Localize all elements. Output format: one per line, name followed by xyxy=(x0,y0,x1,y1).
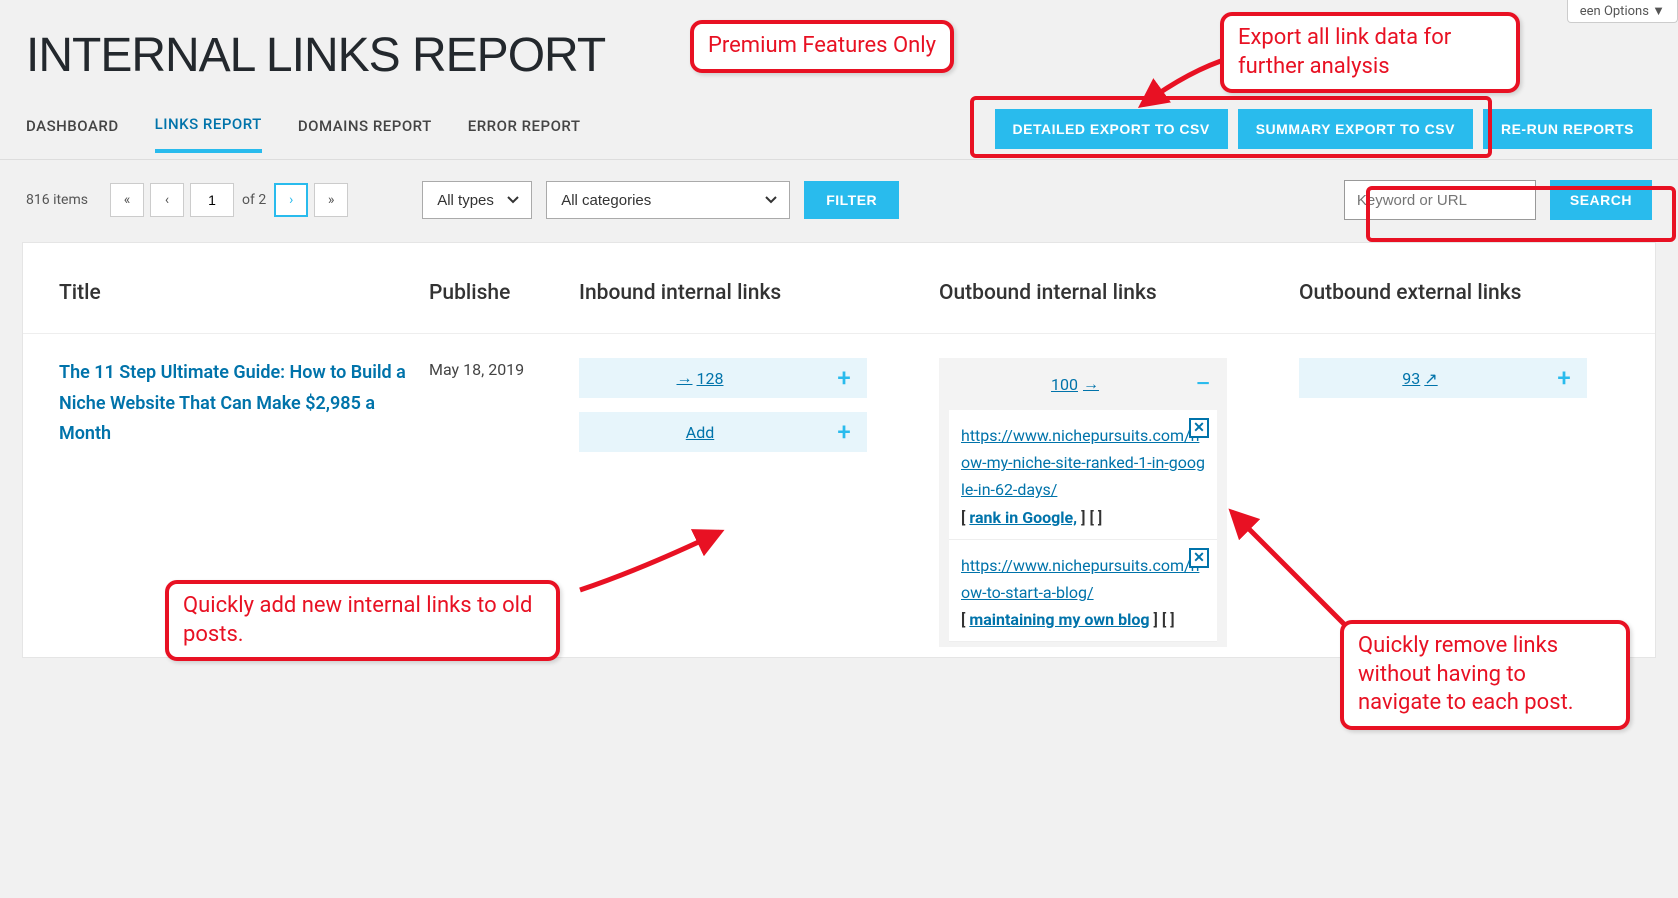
delete-link-icon[interactable]: ✕ xyxy=(1189,548,1209,568)
outbound-internal-count-link[interactable]: 100 → xyxy=(1051,374,1099,394)
detailed-export-button[interactable]: DETAILED EXPORT TO CSV xyxy=(995,109,1228,149)
outbound-external-expand-icon[interactable]: + xyxy=(1541,364,1587,392)
callout-add: Quickly add new internal links to old po… xyxy=(165,580,560,661)
types-select[interactable]: All types xyxy=(422,181,532,219)
inbound-count-link[interactable]: → 128 xyxy=(579,368,821,388)
arrow-in-icon: → xyxy=(677,368,693,388)
tab-dashboard[interactable]: DASHBOARD xyxy=(26,117,119,151)
pager-next[interactable]: › xyxy=(274,183,308,217)
inbound-add-plus-icon[interactable]: + xyxy=(821,418,867,446)
outbound-internal-collapse-icon[interactable]: − xyxy=(1195,370,1211,398)
inbound-add-row: Add + xyxy=(579,412,867,452)
outbound-external-count-value: 93 xyxy=(1402,369,1420,388)
th-inbound: Inbound internal links xyxy=(579,281,939,305)
outbound-external-count-link[interactable]: 93 ↗ xyxy=(1299,369,1541,388)
filter-button[interactable]: FILTER xyxy=(804,181,899,219)
post-title-link[interactable]: The 11 Step Ultimate Guide: How to Build… xyxy=(59,362,406,444)
inbound-count-value: 128 xyxy=(697,369,724,388)
pager-current-input[interactable] xyxy=(190,183,234,217)
toolbar: 816 items « ‹ of 2 › » All types All cat… xyxy=(0,160,1678,230)
tab-links-report[interactable]: LINKS REPORT xyxy=(155,115,262,153)
pager-prev[interactable]: ‹ xyxy=(150,183,184,217)
pager-first[interactable]: « xyxy=(110,183,144,217)
published-date: May 18, 2019 xyxy=(429,358,579,382)
search-input[interactable] xyxy=(1344,180,1536,220)
link-url[interactable]: https://www.nichepursuits.com/how-my-nic… xyxy=(961,422,1205,504)
item-count: 816 items xyxy=(26,192,88,208)
anchor-text[interactable]: maintaining my own blog xyxy=(969,610,1149,629)
pager-last[interactable]: » xyxy=(314,183,348,217)
th-published: Publishe xyxy=(429,281,579,305)
link-anchor: [ maintaining my own blog ] [ ] xyxy=(961,610,1205,629)
inbound-add-link[interactable]: Add xyxy=(579,423,821,442)
arrow-external-icon: ↗ xyxy=(1424,369,1437,388)
delete-link-icon[interactable]: ✕ xyxy=(1189,418,1209,438)
anchor-text[interactable]: rank in Google, xyxy=(969,508,1077,527)
callout-premium: Premium Features Only xyxy=(690,20,954,73)
tabs-row: DASHBOARD LINKS REPORT DOMAINS REPORT ER… xyxy=(0,91,1678,160)
inbound-count-row: → 128 + xyxy=(579,358,867,398)
inbound-expand-icon[interactable]: + xyxy=(821,364,867,392)
tab-error-report[interactable]: ERROR REPORT xyxy=(468,117,581,151)
outbound-external-row: 93 ↗ + xyxy=(1299,358,1587,398)
outbound-internal-count-value: 100 xyxy=(1051,375,1078,394)
th-outbound-external: Outbound external links xyxy=(1299,281,1619,305)
arrow-out-icon: → xyxy=(1083,374,1099,394)
tab-domains-report[interactable]: DOMAINS REPORT xyxy=(298,117,432,151)
th-title: Title xyxy=(59,281,429,305)
screen-options-tab[interactable]: een Options ▼ xyxy=(1567,0,1678,23)
link-item: ✕ https://www.nichepursuits.com/how-to-s… xyxy=(949,540,1217,642)
pager-of-text: of 2 xyxy=(240,192,268,208)
th-outbound-internal: Outbound internal links xyxy=(939,281,1299,305)
link-url[interactable]: https://www.nichepursuits.com/how-to-sta… xyxy=(961,552,1205,606)
inbound-add-label: Add xyxy=(686,423,714,442)
callout-export: Export all link data for further analysi… xyxy=(1220,12,1520,93)
callout-remove: Quickly remove links without having to n… xyxy=(1340,620,1630,730)
summary-export-button[interactable]: SUMMARY EXPORT TO CSV xyxy=(1238,109,1473,149)
outbound-internal-expanded: 100 → − ✕ https://www.nichepursuits.com/… xyxy=(939,358,1227,647)
link-item: ✕ https://www.nichepursuits.com/how-my-n… xyxy=(949,410,1217,540)
link-anchor: [ rank in Google, ] [ ] xyxy=(961,508,1205,527)
table-header: Title Publishe Inbound internal links Ou… xyxy=(23,243,1655,334)
pagination: « ‹ of 2 › » xyxy=(110,183,348,217)
rerun-reports-button[interactable]: RE-RUN REPORTS xyxy=(1483,109,1652,149)
categories-select[interactable]: All categories xyxy=(546,181,790,219)
search-button[interactable]: SEARCH xyxy=(1550,180,1652,220)
